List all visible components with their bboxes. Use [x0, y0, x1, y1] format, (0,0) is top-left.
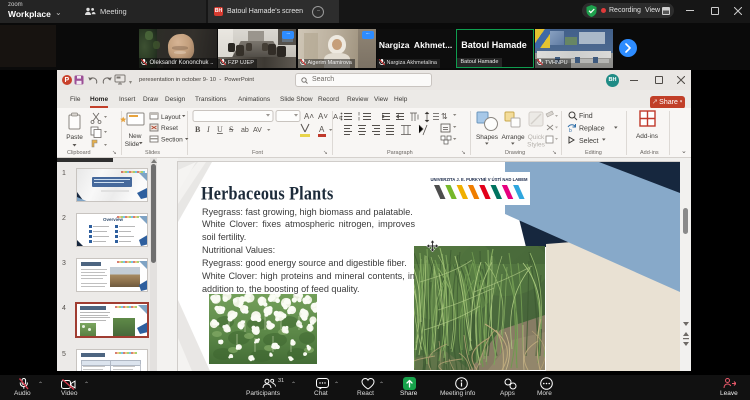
svg-text:S: S	[229, 125, 233, 134]
svg-text:Add-ins: Add-ins	[636, 133, 659, 140]
svg-text:Replace: Replace	[579, 126, 605, 133]
svg-text:Arrange: Arrange	[501, 134, 525, 141]
svg-text:Find: Find	[579, 113, 593, 120]
svg-text:B: B	[195, 125, 201, 134]
svg-text:A: A	[333, 112, 338, 121]
svg-text:AV: AV	[253, 127, 262, 134]
svg-text:U: U	[217, 125, 223, 134]
svg-text:New: New	[128, 133, 141, 140]
svg-text:A: A	[319, 125, 325, 134]
svg-text:Section: Section	[161, 137, 183, 144]
svg-text:Paste: Paste	[66, 134, 83, 141]
svg-text:Quick: Quick	[528, 134, 545, 141]
svg-text:Slide: Slide	[125, 141, 140, 148]
svg-text:Layout: Layout	[161, 114, 181, 121]
svg-text:A˅: A˅	[318, 112, 328, 121]
svg-text:⇅: ⇅	[441, 112, 448, 121]
svg-text:b: b	[569, 128, 572, 134]
svg-text:ab: ab	[241, 127, 249, 134]
svg-text:Reset: Reset	[161, 125, 178, 132]
svg-text:I: I	[206, 125, 210, 134]
svg-text:Shapes: Shapes	[476, 134, 499, 141]
svg-text:UNIVERZITA J. E. PURKYNĖ V ÚST: UNIVERZITA J. E. PURKYNĖ V ÚSTÍ NAD LABE…	[431, 177, 528, 182]
svg-text:Select: Select	[579, 138, 599, 145]
svg-text:A˄: A˄	[304, 112, 314, 121]
svg-text:Styles: Styles	[527, 142, 545, 149]
